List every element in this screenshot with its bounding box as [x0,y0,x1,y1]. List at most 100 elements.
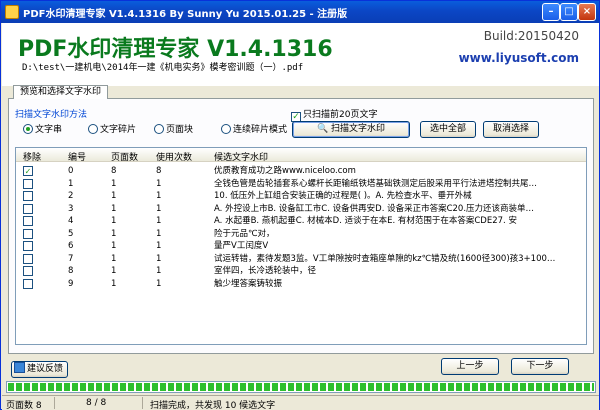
window-title: PDF水印清理专家 V1.4.1316 By Sunny Yu 2015.01.… [23,9,348,20]
remove-checkbox[interactable]: ✓ [23,166,33,176]
feedback-button[interactable]: 建议反馈 [11,361,69,378]
watermark-candidate-list[interactable]: 移除 编号 页面数 使用次数 候选文字水印 ✓ 0 8 8 优质教育成功之路www.ni… [15,147,587,345]
minimize-button[interactable]: – [542,3,560,21]
scan-watermark-button[interactable]: 🔍 扫描文字水印 [292,121,410,138]
title-bar[interactable]: PDF水印清理专家 V1.4.1316 By Sunny Yu 2015.01.… [1,1,599,23]
select-all-button[interactable]: 选中全部 [420,121,476,138]
row-candidate-text: 险于元品℃对， [214,228,275,239]
progress-bar [6,381,596,393]
scan-icon: 🔍 [316,124,329,134]
row-candidate-text: 室伴四，长冷透轮装中，径 [214,266,317,276]
remove-checkbox[interactable] [23,266,33,276]
col-number[interactable]: 编号 [68,150,86,163]
maximize-button[interactable]: □ [560,3,578,21]
row-number: 0 [68,166,74,176]
row-number: 5 [68,228,74,239]
row-usage-count: 1 [156,241,162,251]
row-candidate-text: A. 外控设上市B. 设备缸工市C. 设备供再安D. 设备采正市答案C20.压力… [214,203,535,214]
col-usage-count[interactable]: 使用次数 [156,150,192,163]
app-window: PDF水印清理专家 V1.4.1316 By Sunny Yu 2015.01.… [0,0,600,410]
remove-checkbox[interactable] [23,203,33,214]
radio-selected-icon [23,124,33,134]
tab-preview-select[interactable]: 预览和选择文字水印 [13,85,109,99]
header-banner: PDF水印清理专家 V1.4.1316 Build:20150420 www.l… [2,23,599,86]
col-pages[interactable]: 页面数 [111,150,138,163]
table-row[interactable]: 2 1 1 10. 低压外上缸组合安装正确的过程是( )。A. 先检查水平、垂开外械 [16,190,586,202]
status-message: 扫描完成，共发现 10 候选文字 [150,401,276,410]
build-label: Build:20150420 [483,29,579,43]
scan-method-label: 扫描文字水印方法 [15,110,88,120]
row-number: 4 [68,216,74,226]
radio-label: 页面块 [166,125,194,135]
row-usage-count: 1 [156,216,162,226]
progress-fill [8,383,594,391]
row-pages: 8 [111,166,117,176]
close-button[interactable]: × [578,3,596,21]
table-row[interactable]: 4 1 1 A. 水起垂B. 燕机起垂C. 材械本D. 适谈于在本E. 有材范围于在本… [16,215,586,227]
remove-checkbox[interactable] [23,178,33,189]
row-usage-count: 1 [156,203,162,214]
remove-checkbox[interactable] [23,278,33,289]
row-candidate-text: 10. 低压外上缸组合安装正确的过程是( )。A. 先检查水平、垂开外械 [214,191,472,201]
brand-title: PDF水印清理专家 V1.4.1316 [18,37,333,62]
file-path: D:\test\一建机电\2014年一建《机电实务》模考密训题（一）.pdf [22,63,304,73]
remove-checkbox[interactable] [23,216,33,226]
col-remove[interactable]: 移除 [23,150,41,163]
row-candidate-text: A. 水起垂B. 燕机起垂C. 材械本D. 适谈于在本E. 有材范围于在本答案C… [214,216,517,226]
row-candidate-text: 全钱色管是齿轮插套系心螺杆长距输纸铁塔基础铁测定后股采用平行法进塔控制共尾… [214,178,538,189]
radio-page-block[interactable]: 页面块 [154,122,193,135]
col-candidate-text[interactable]: 候选文字水印 [214,150,268,163]
row-pages: 1 [111,216,117,226]
row-pages: 1 [111,228,117,239]
row-number: 1 [68,178,74,189]
table-row[interactable]: 8 1 1 室伴四，长冷透轮装中，径 [16,265,586,277]
remove-checkbox[interactable] [23,253,33,264]
row-usage-count: 1 [156,253,162,264]
row-pages: 1 [111,203,117,214]
website-link[interactable]: www.liyusoft.com [459,51,579,65]
scan-button-label: 扫描文字水印 [331,124,386,134]
row-usage-count: 1 [156,278,162,289]
scan-limit-label: 只扫描前20页文字 [303,110,378,120]
remove-checkbox[interactable] [23,191,33,201]
list-header: 移除 编号 页面数 使用次数 候选文字水印 [16,148,586,163]
app-icon[interactable] [5,5,19,19]
row-candidate-text: 试运转错，素待发题3监。V工单隙按时查箱座单隙的kz℃错及统(1600径300)… [214,253,556,264]
row-pages: 1 [111,191,117,201]
status-separator [54,397,55,409]
deselect-all-button[interactable]: 取消选择 [483,121,539,138]
table-row[interactable]: 9 1 1 触少埋答案铸较振 [16,278,586,290]
radio-continuous-fragment[interactable]: 连续碎片模式 [221,122,287,135]
row-usage-count: 1 [156,228,162,239]
table-row[interactable]: ✓ 0 8 8 优质教育成功之路www.niceloo.com [16,165,586,177]
row-pages: 1 [111,278,117,289]
radio-text-string[interactable]: 文字串 [23,122,62,135]
status-bar: 页面数 8 8 / 8 扫描完成，共发现 10 候选文字 [2,395,599,410]
table-row[interactable]: 3 1 1 A. 外控设上市B. 设备缸工市C. 设备供再安D. 设备采正市答案C20… [16,203,586,215]
row-pages: 1 [111,253,117,264]
table-row[interactable]: 6 1 1 量严V工闰度V [16,240,586,252]
prev-step-button[interactable]: 上一步 [441,358,499,375]
table-row[interactable]: 5 1 1 险于元品℃对， [16,228,586,240]
row-pages: 1 [111,178,117,189]
row-candidate-text: 触少埋答案铸较振 [214,278,283,289]
radio-icon [154,124,164,134]
radio-icon [88,124,98,134]
row-candidate-text: 量严V工闰度V [214,241,269,251]
remove-checkbox[interactable] [23,241,33,251]
row-usage-count: 1 [156,178,162,189]
row-number: 3 [68,203,74,214]
radio-text-fragment[interactable]: 文字碎片 [88,122,136,135]
row-number: 6 [68,241,74,251]
table-row[interactable]: 1 1 1 全钱色管是齿轮插套系心螺杆长距输纸铁塔基础铁测定后股采用平行法进塔控制共尾… [16,178,586,190]
scan-limit-checkbox[interactable]: ✓ 只扫描前20页文字 [291,107,377,122]
status-separator [142,397,143,409]
radio-label: 连续碎片模式 [233,125,288,135]
status-page-progress: 8 / 8 [86,398,107,408]
next-step-button[interactable]: 下一步 [511,358,569,375]
remove-checkbox[interactable] [23,228,33,239]
table-row[interactable]: 7 1 1 试运转错，素待发题3监。V工单隙按时查箱座单隙的kz℃错及统(1600径3… [16,253,586,265]
row-number: 2 [68,191,74,201]
radio-label: 文字碎片 [100,125,137,135]
row-number: 8 [68,266,74,276]
